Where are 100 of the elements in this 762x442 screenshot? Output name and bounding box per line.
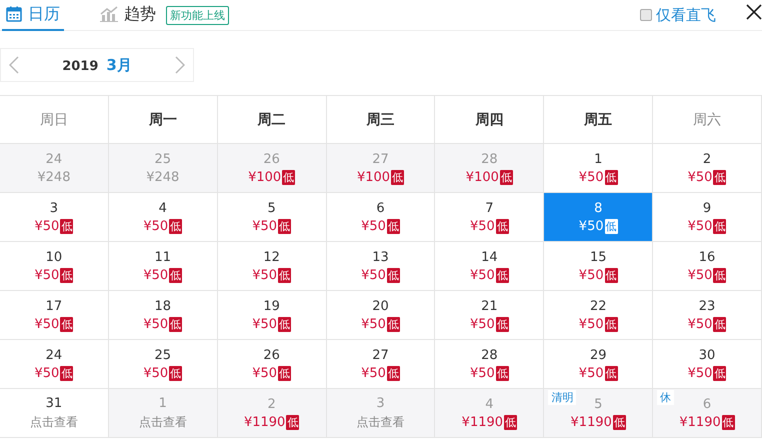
low-price-badge: 低: [500, 170, 513, 184]
low-price-badge: 低: [713, 268, 726, 282]
calendar-day-cell[interactable]: 3 ¥50 低: [0, 193, 109, 242]
day-number: 27: [372, 152, 389, 166]
calendar-day-cell[interactable]: 2 ¥1190 低: [218, 389, 327, 438]
calendar-day-cell[interactable]: 27 ¥100 低: [326, 144, 436, 193]
price-text: ¥50: [252, 316, 278, 332]
calendar-day-cell[interactable]: 22 ¥50 低: [544, 291, 654, 340]
day-number: 21: [481, 298, 498, 314]
calendar-day-cell[interactable]: 25 ¥50 低: [108, 340, 218, 389]
tab[interactable]: 日历: [2, 0, 64, 30]
low-price-badge: 低: [496, 268, 509, 282]
calendar-day-cell[interactable]: 28 ¥50 低: [435, 340, 544, 389]
calendar-day-cell[interactable]: 7 ¥50 低: [435, 193, 544, 242]
low-price-badge: 低: [496, 218, 509, 234]
calendar-day-cell[interactable]: 18 ¥50 低: [108, 291, 218, 340]
calendar-day-cell[interactable]: 30 ¥50 低: [653, 340, 762, 389]
calendar-day-cell[interactable]: 5 ¥50 低: [218, 193, 327, 242]
price-text: ¥100: [356, 170, 390, 184]
month-label: 3月: [106, 56, 132, 74]
day-number: 3: [376, 396, 385, 410]
low-price-badge: 低: [713, 316, 726, 332]
view-link[interactable]: 点击查看: [30, 414, 78, 430]
calendar-day-cell[interactable]: 4 ¥1190 低: [435, 389, 544, 438]
calendar-day-cell[interactable]: 10 ¥50 低: [0, 242, 109, 291]
low-price-badge: 低: [612, 414, 626, 430]
price-text: ¥50: [252, 268, 278, 282]
day-number: 13: [372, 250, 389, 264]
day-number: 22: [590, 298, 606, 314]
calendar-day-cell[interactable]: 24 ¥50 低: [0, 340, 109, 389]
day-number: 11: [154, 250, 172, 264]
day-number: 6: [702, 396, 712, 412]
price-text: ¥50: [361, 218, 386, 234]
price-text: ¥50: [143, 218, 168, 234]
calendar-day-cell[interactable]: 8 ¥50 低: [544, 193, 654, 242]
calendar-day-cell[interactable]: 清明 5 ¥1190 低: [544, 389, 654, 438]
calendar-day-cell[interactable]: 26 ¥100 低: [218, 144, 327, 193]
day-number: 24: [46, 348, 62, 362]
price-text: ¥50: [688, 366, 712, 380]
calendar-day-cell[interactable]: 休 6 ¥1190 低: [653, 389, 762, 438]
next-month-button[interactable]: [175, 56, 185, 74]
calendar-day-cell[interactable]: 14 ¥50 低: [435, 242, 544, 291]
low-price-badge: 低: [60, 218, 74, 234]
low-price-badge: 低: [504, 414, 518, 430]
calendar-day-cell[interactable]: 20 ¥50 低: [326, 291, 436, 340]
calendar-day-cell[interactable]: 6 ¥50 低: [326, 193, 436, 242]
price-text: ¥50: [578, 268, 604, 282]
calendar-day-cell[interactable]: 26 ¥50 低: [218, 340, 327, 389]
direct-flight-checkbox[interactable]: 仅看直飞: [640, 6, 716, 24]
calendar-day-cell[interactable]: 31 点击查看: [0, 389, 109, 438]
calendar-day-cell[interactable]: 23 ¥50 低: [653, 291, 762, 340]
close-button[interactable]: [746, 4, 762, 20]
price-text: ¥50: [361, 268, 386, 282]
low-price-badge: 低: [713, 218, 726, 234]
price-text: ¥50: [34, 316, 60, 332]
calendar-day-cell[interactable]: 4 ¥50 低: [108, 193, 218, 242]
low-price-badge: 低: [391, 170, 404, 184]
day-number: 14: [481, 250, 498, 264]
calendar-day-cell[interactable]: 28 ¥100 低: [435, 144, 544, 193]
chevron-left-icon: [9, 56, 19, 74]
day-number: 1: [158, 396, 167, 410]
low-price-badge: 低: [722, 414, 735, 430]
day-number: 8: [594, 200, 602, 216]
calendar-day-cell[interactable]: 11 ¥50 低: [108, 242, 218, 291]
calendar-day-cell[interactable]: 21 ¥50 低: [435, 291, 544, 340]
chart-icon: [100, 6, 118, 22]
day-number: 7: [485, 200, 494, 216]
low-price-badge: 低: [169, 316, 182, 332]
checkbox-icon[interactable]: [640, 9, 652, 21]
calendar-day-cell[interactable]: 17 ¥50 低: [0, 291, 109, 340]
day-number: 25: [154, 348, 172, 362]
low-price-badge: 低: [496, 366, 509, 380]
low-price-badge: 低: [386, 218, 400, 234]
low-price-badge: 低: [604, 366, 618, 380]
day-number: 19: [263, 298, 280, 314]
previous-month-button[interactable]: [9, 56, 19, 74]
calendar-day-cell[interactable]: 1 ¥50 低: [544, 144, 654, 193]
calendar-day-cell[interactable]: 2 ¥50 低: [653, 144, 762, 193]
day-number: 15: [590, 250, 606, 264]
calendar-day-cell[interactable]: 19 ¥50 低: [218, 291, 327, 340]
calendar-day-cell[interactable]: 27 ¥50 低: [326, 340, 436, 389]
holiday-label: 休: [657, 390, 674, 405]
day-number: 26: [263, 152, 280, 166]
price-text: ¥50: [252, 218, 278, 234]
calendar-day-cell[interactable]: 29 ¥50 低: [544, 340, 654, 389]
low-price-badge: 低: [286, 414, 300, 430]
calendar-day-cell[interactable]: 15 ¥50 低: [544, 242, 654, 291]
calendar-day-cell[interactable]: 12 ¥50 低: [218, 242, 327, 291]
calendar-day-cell[interactable]: 9 ¥50 低: [653, 193, 762, 242]
price-text: ¥1190: [679, 414, 721, 430]
day-number: 9: [702, 200, 712, 216]
low-price-badge: 低: [496, 316, 509, 332]
calendar-day-cell[interactable]: 16 ¥50 低: [653, 242, 762, 291]
day-number: 10: [46, 250, 62, 264]
day-number: 27: [372, 348, 389, 362]
price-text: ¥50: [34, 218, 60, 234]
price-text: ¥50: [578, 316, 604, 332]
chevron-right-icon: [175, 56, 185, 74]
calendar-day-cell[interactable]: 13 ¥50 低: [326, 242, 436, 291]
tab[interactable]: 趋势: [96, 0, 160, 30]
